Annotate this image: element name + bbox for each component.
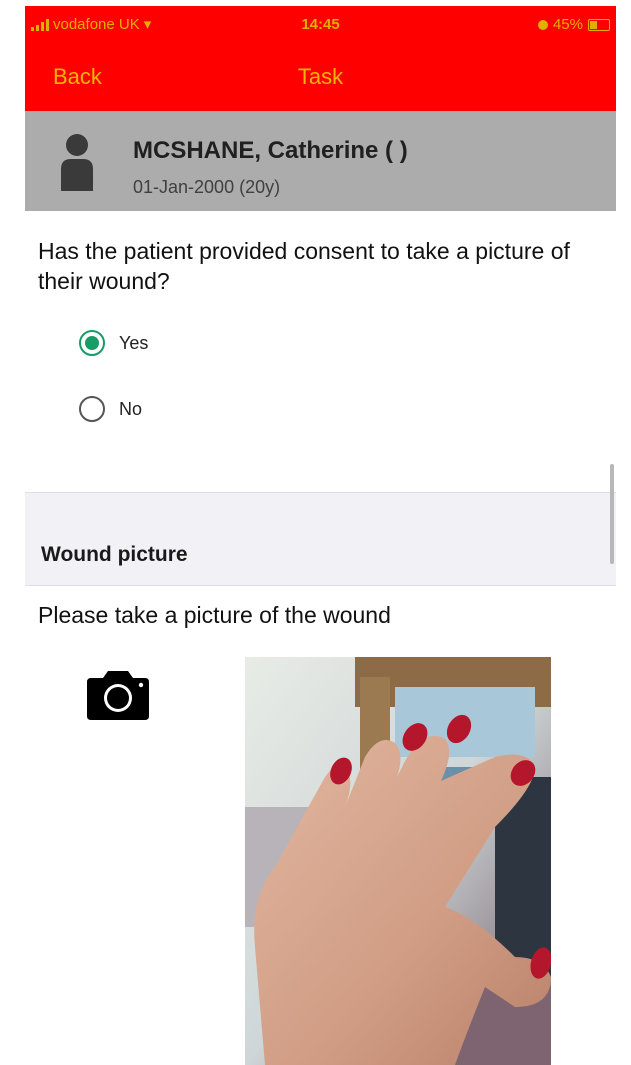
app-screen: vodafone UK ▾ 14:45 45% Back Task MCSHAN… xyxy=(25,6,616,1065)
status-bar: vodafone UK ▾ 14:45 45% xyxy=(25,6,616,40)
patient-dob: 01-Jan-2000 (20y) xyxy=(133,177,281,197)
radio-button-no[interactable] xyxy=(79,396,105,422)
wound-picture-section: Wound picture xyxy=(25,492,616,586)
photo-instruction: Please take a picture of the wound xyxy=(38,602,391,628)
page-title: Task xyxy=(297,64,344,89)
patient-banner: MCSHANE, Catherine ( ) 01-Jan-2000 (20y) xyxy=(25,111,616,211)
header: vodafone UK ▾ 14:45 45% Back Task xyxy=(25,6,616,111)
radio-button-yes[interactable] xyxy=(79,330,105,356)
patient-name: MCSHANE, Catherine ( ) xyxy=(133,137,408,164)
wound-photo[interactable] xyxy=(245,657,551,1065)
status-time: 14:45 xyxy=(301,16,340,33)
alarm-icon xyxy=(537,19,548,30)
camera-icon[interactable] xyxy=(83,668,153,722)
battery-icon xyxy=(588,18,610,31)
radio-label-yes: Yes xyxy=(119,332,149,353)
person-icon xyxy=(61,134,93,191)
consent-question: Has the patient provided consent to take… xyxy=(38,238,570,294)
navigation-bar: Back Task xyxy=(25,46,616,102)
radio-option-no[interactable]: No xyxy=(79,396,142,422)
radio-label-no: No xyxy=(119,398,143,419)
status-right: 45% xyxy=(537,16,610,33)
radio-option-yes[interactable]: Yes xyxy=(79,330,148,356)
scroll-indicator[interactable] xyxy=(610,464,614,564)
battery-percent: 45% xyxy=(552,16,583,33)
section-title: Wound picture xyxy=(41,543,188,566)
